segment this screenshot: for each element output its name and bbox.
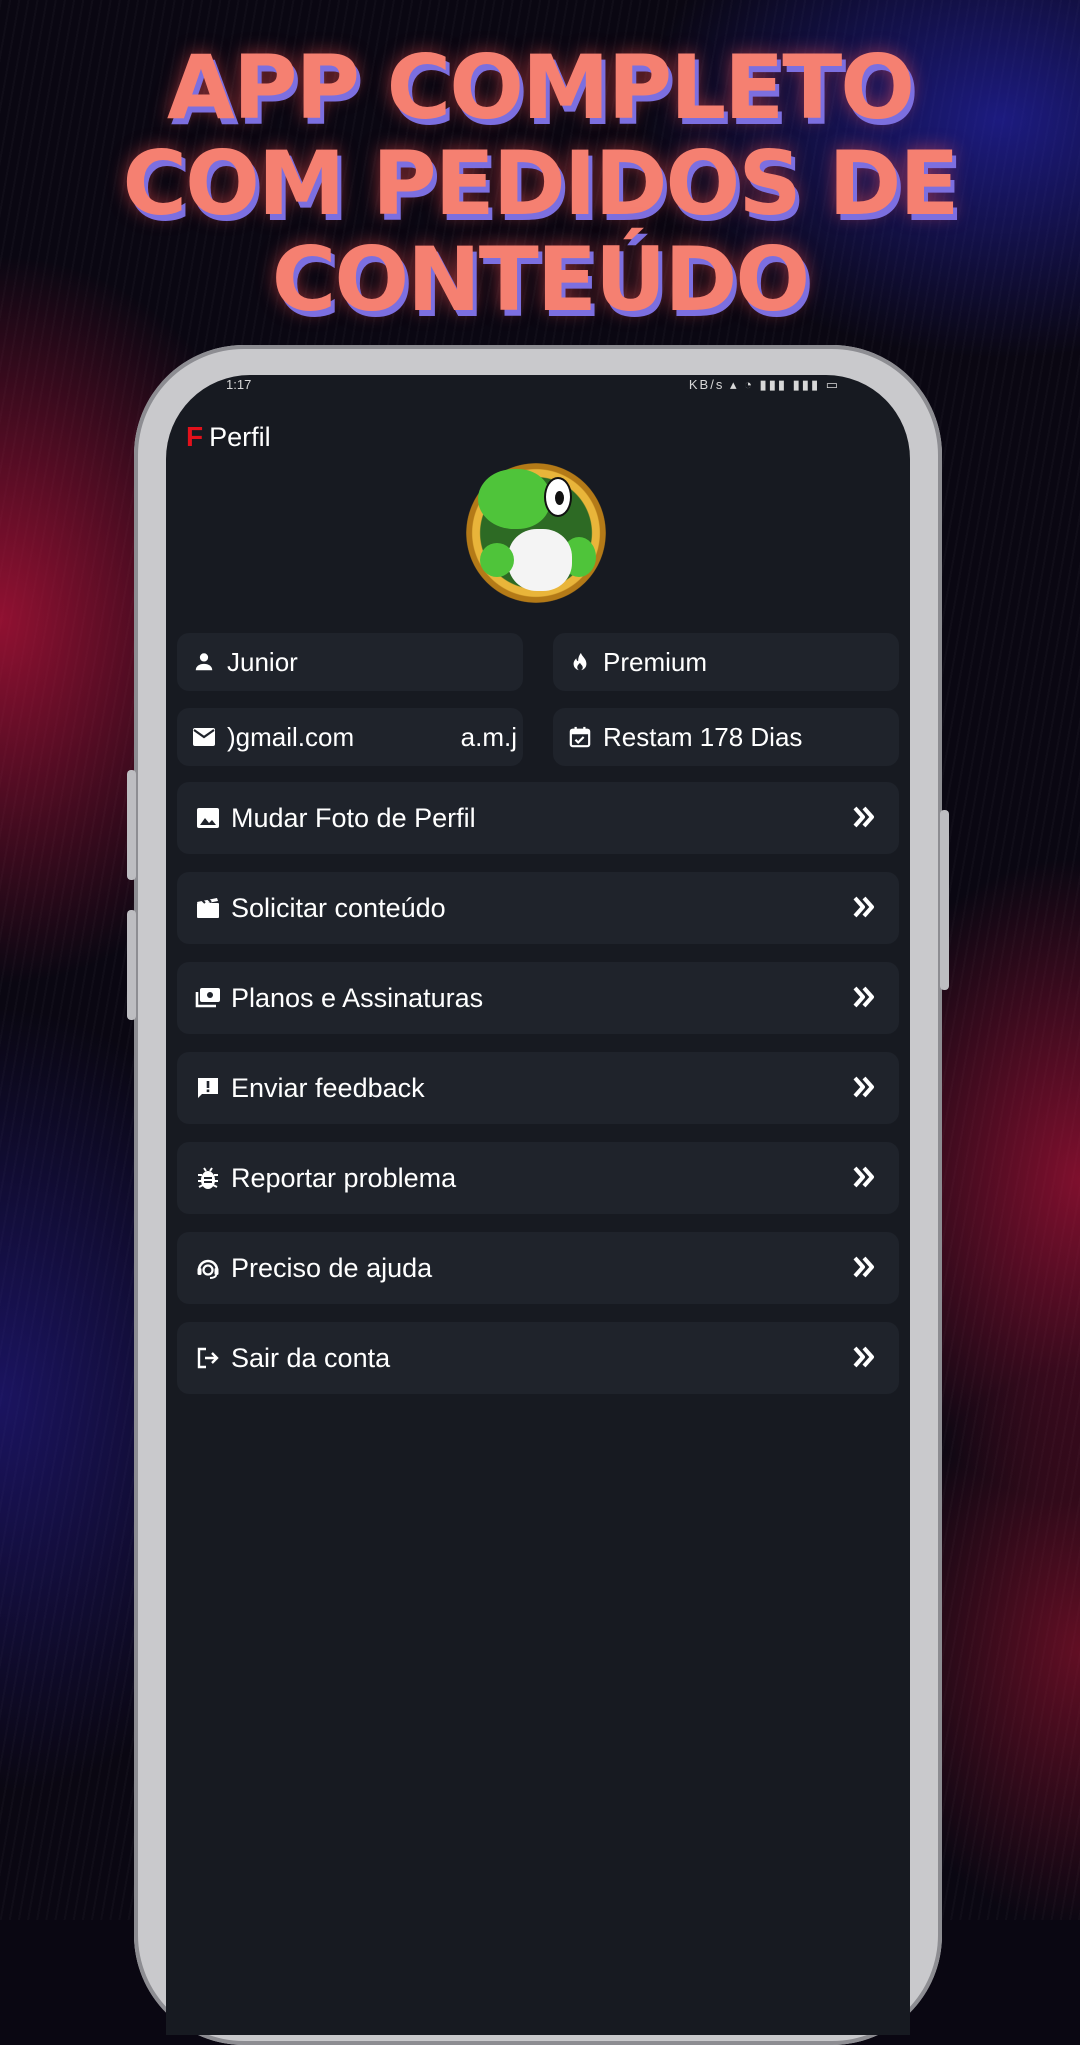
double-chevron-right-icon (849, 892, 879, 922)
menu-plans-subscriptions[interactable]: Planos e Assinaturas (177, 962, 899, 1034)
brand-logo: F (186, 421, 204, 452)
double-chevron-right-icon (849, 1252, 879, 1282)
menu-change-photo[interactable]: Mudar Foto de Perfil (177, 782, 899, 854)
phone-side-button-left-bottom (127, 910, 136, 1020)
menu-label: Solicitar conteúdo (231, 892, 446, 923)
status-indicators: KB/s ▴ ◔ ▮▮▮ ▮▮▮ ▭ (688, 377, 840, 392)
promo-line-3: CONTEÚDO (271, 228, 811, 331)
image-icon (195, 805, 221, 831)
double-chevron-right-icon (849, 802, 879, 832)
menu-label: Sair da conta (231, 1342, 391, 1373)
menu-logout[interactable]: Sair da conta (177, 1322, 899, 1394)
promo-line-2: COM PEDIDOS DE (122, 132, 959, 235)
avatar-pupil (555, 491, 564, 505)
menu-label: Planos e Assinaturas (231, 982, 484, 1013)
support-agent-icon (195, 1255, 221, 1281)
plan-chip: Premium (553, 633, 899, 691)
status-time: 1:17 (226, 377, 252, 392)
email-text-start: )gmail.com (227, 721, 355, 752)
email-chip: )gmail.com a.m.j (177, 708, 523, 766)
remaining-days-chip: Restam 178 Dias (553, 708, 899, 766)
avatar-head (478, 469, 550, 529)
logout-icon (195, 1345, 221, 1371)
person-icon (191, 649, 217, 675)
network-speed-label: KB/s (688, 377, 725, 392)
plan-label: Premium (603, 646, 708, 677)
remaining-days-label: Restam 178 Dias (603, 721, 803, 752)
menu-label: Preciso de ajuda (231, 1252, 433, 1283)
menu-label: Reportar problema (231, 1162, 457, 1193)
promo-headline: APP COMPLETO COM PEDIDOS DE CONTEÚDO (0, 40, 1080, 328)
menu-label: Mudar Foto de Perfil (231, 802, 476, 833)
email-value: )gmail.com a.m.j (227, 722, 517, 753)
avatar-body (508, 529, 572, 591)
menu-send-feedback[interactable]: Enviar feedback (177, 1052, 899, 1124)
feedback-icon (195, 1075, 221, 1101)
username-chip: Junior (177, 633, 523, 691)
double-chevron-right-icon (849, 1342, 879, 1372)
menu-request-content[interactable]: Solicitar conteúdo (177, 872, 899, 944)
phone-side-button-left-top (127, 770, 136, 880)
payments-icon (195, 985, 221, 1011)
email-text-end: a.m.j (460, 721, 517, 752)
app-header: F Perfil (186, 417, 271, 457)
flame-icon (567, 649, 593, 675)
double-chevron-right-icon (849, 982, 879, 1012)
avatar-arm (480, 543, 514, 577)
bug-icon (195, 1165, 221, 1191)
promo-line-1: APP COMPLETO (166, 36, 915, 139)
avatar-eye (544, 477, 572, 517)
avatar[interactable] (466, 463, 606, 603)
menu-need-help[interactable]: Preciso de ajuda (177, 1232, 899, 1304)
username-label: Junior (227, 646, 298, 677)
double-chevron-right-icon (849, 1072, 879, 1102)
phone-side-button-right (940, 810, 949, 990)
movie-icon (195, 895, 221, 921)
status-bar: 1:17 KB/s ▴ ◔ ▮▮▮ ▮▮▮ ▭ (166, 375, 910, 397)
menu-report-problem[interactable]: Reportar problema (177, 1142, 899, 1214)
page-title: Perfil (209, 421, 271, 452)
menu-label: Enviar feedback (231, 1072, 425, 1103)
mail-icon (191, 724, 217, 750)
calendar-check-icon (567, 724, 593, 750)
app-screen: 1:17 KB/s ▴ ◔ ▮▮▮ ▮▮▮ ▭ F Perfil Junior … (166, 375, 910, 2035)
double-chevron-right-icon (849, 1162, 879, 1192)
